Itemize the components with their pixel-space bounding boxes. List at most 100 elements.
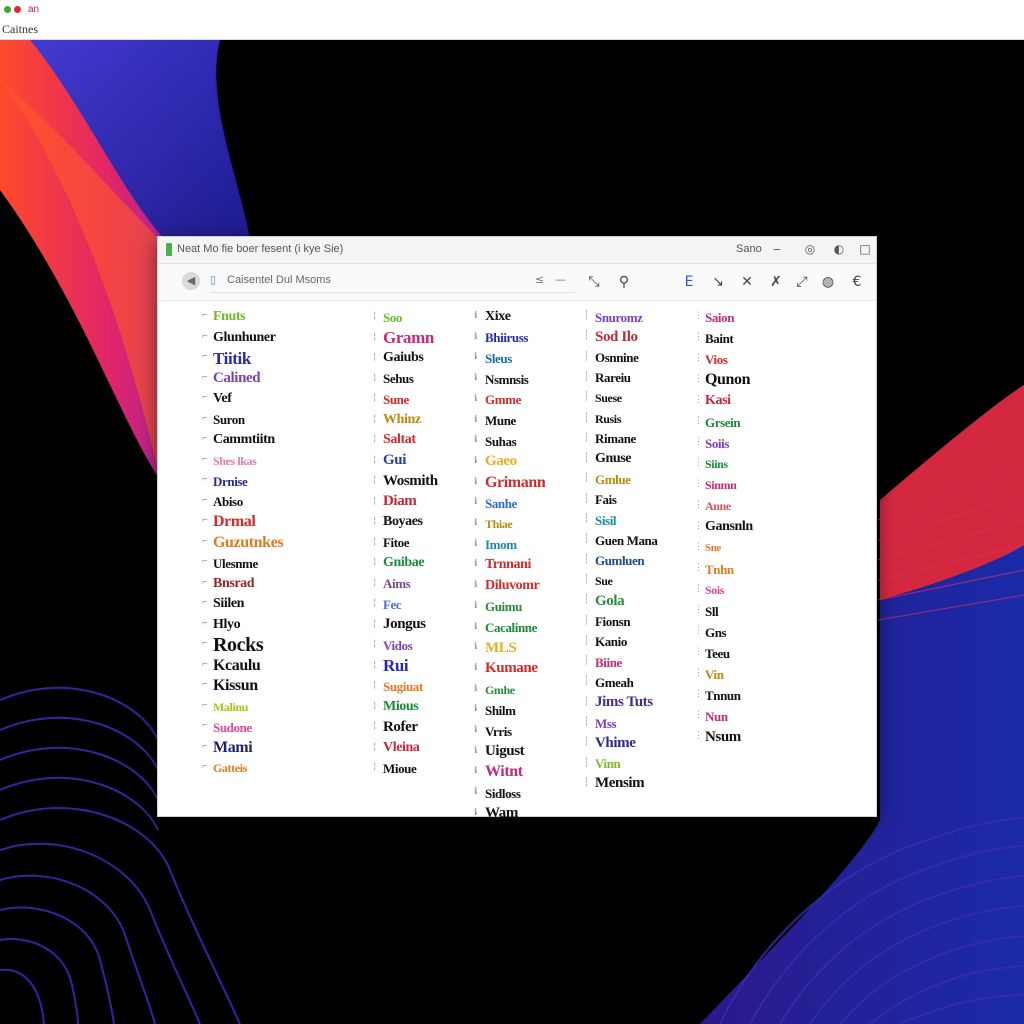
item-marker-icon: ⋮ — [694, 626, 703, 636]
item-marker-icon: ℹ — [474, 600, 478, 611]
item-marker-icon: ℹ — [474, 352, 478, 363]
item-label: Rocks — [213, 634, 264, 656]
item-label: Rui — [383, 656, 409, 675]
item-label: Rimane — [595, 431, 636, 447]
arrow-tool-icon[interactable]: ↘ — [709, 273, 727, 291]
item-label: Gmme — [485, 392, 521, 408]
item-marker-icon: ⌐ — [202, 577, 208, 588]
item-label: Malinu — [213, 699, 248, 714]
item-label: Sleus — [485, 350, 512, 366]
item-label: Rareiu — [595, 370, 631, 386]
item-label: Sois — [705, 583, 725, 597]
item-marker-icon: ¦ — [372, 372, 378, 383]
item-marker-icon: ¦ — [372, 434, 378, 444]
green-status-dot-icon[interactable] — [4, 6, 11, 13]
item-marker-icon: ┆ — [584, 311, 590, 321]
item-label: Xixe — [485, 309, 511, 324]
item-label: Diluvomr — [485, 578, 540, 594]
item-marker-icon: ¦ — [372, 741, 378, 752]
item-label: Baint — [705, 330, 734, 346]
item-label: Fionsn — [595, 614, 631, 629]
item-label: Boyaes — [383, 514, 423, 529]
settings-icon[interactable]: ◎ — [803, 242, 817, 256]
globe-icon[interactable]: ◍ — [819, 273, 837, 291]
item-label: Suese — [595, 391, 622, 406]
item-label: Saion — [705, 309, 735, 325]
address-bar[interactable]: ▯ Caisentel Dul Msoms ≤ — — [210, 270, 575, 293]
item-marker-icon: ℹ — [474, 455, 478, 466]
item-label: Siins — [705, 457, 728, 471]
item-label: Tnnun — [705, 687, 741, 703]
item-label: Kanio — [595, 634, 627, 650]
cross-tool-icon[interactable]: ✗ — [767, 273, 785, 291]
item-marker-icon: ┆ — [584, 656, 590, 667]
item-label: Kcaulu — [213, 656, 261, 674]
item-marker-icon: ⋮ — [694, 437, 703, 447]
item-marker-icon: ┆ — [584, 696, 590, 707]
text-format-icon[interactable]: Ε — [680, 273, 698, 291]
item-label: Vidos — [383, 637, 413, 653]
item-marker-icon: ⌐ — [202, 618, 208, 629]
item-marker-icon: ⋮ — [694, 584, 703, 594]
item-label: Mioue — [383, 760, 417, 776]
red-status-dot-icon[interactable] — [14, 6, 21, 13]
item-marker-icon: ⌐ — [202, 536, 208, 547]
cut-icon[interactable]: ✕ — [738, 273, 756, 291]
item-label: Kumane — [485, 660, 538, 677]
location-pin-icon[interactable]: ⚲ — [615, 273, 633, 291]
entry-columns: ⌐ Fnuts ⌐ Glunhuner ⌐ Tiitik ⌐ Calined ⌐ Vef ⌐ Suro… — [158, 301, 876, 821]
item-marker-icon: ┆ — [584, 777, 590, 788]
item-label: Jims Tuts — [595, 694, 653, 711]
address-text: Caisentel Dul Msoms — [227, 274, 331, 286]
item-label: Gmlue — [595, 471, 631, 487]
window-titlebar[interactable]: Neat Mo fie boer fesent (i kye Sie) Sano… — [158, 237, 876, 264]
item-marker-icon: ℹ — [474, 787, 478, 798]
item-marker-icon: ⌐ — [202, 352, 208, 362]
item-marker-icon: ⌐ — [202, 700, 208, 711]
item-marker-icon: ¦ — [372, 618, 378, 629]
item-marker-icon: ⌐ — [202, 639, 208, 649]
item-marker-icon: ℹ — [474, 725, 478, 735]
item-label: Diam — [383, 493, 417, 509]
close-icon[interactable]: □ — [858, 242, 872, 256]
euro-icon[interactable]: € — [848, 273, 866, 291]
back-button[interactable]: ◀ — [182, 272, 200, 290]
item-marker-icon: ⌐ — [202, 331, 208, 342]
item-marker-icon: ℹ — [474, 476, 478, 487]
item-marker-icon: ℹ — [474, 518, 478, 528]
item-label: Gramn — [383, 328, 434, 347]
item-marker-icon: ┆ — [584, 595, 590, 606]
item-marker-icon: ⋮ — [694, 689, 703, 699]
item-marker-icon: ℹ — [474, 559, 478, 570]
minimize-icon[interactable]: ‒ — [770, 242, 784, 256]
item-label: Shilm — [485, 702, 516, 718]
edit-icon[interactable]: ≤ — [535, 273, 544, 286]
item-label: Sudone — [213, 719, 252, 735]
item-label: Siilen — [213, 596, 245, 611]
app-name[interactable]: Caitnes — [2, 22, 38, 37]
item-label: Grsein — [705, 414, 741, 430]
system-indicators: an — [4, 4, 39, 15]
restore-icon[interactable]: ◐ — [832, 242, 846, 256]
item-marker-icon: ¦ — [372, 331, 378, 342]
menu-button[interactable]: Sano — [736, 243, 762, 255]
item-marker-icon: ⋮ — [694, 542, 703, 552]
collapse-icon[interactable]: — — [555, 273, 566, 286]
item-label: Mensim — [595, 775, 645, 792]
item-marker-icon: ¦ — [372, 700, 378, 711]
item-marker-icon: ¦ — [372, 516, 378, 526]
item-marker-icon: ┆ — [584, 514, 590, 524]
item-label: Kissun — [213, 677, 258, 694]
item-marker-icon: ℹ — [474, 662, 478, 673]
item-label: Qunon — [705, 371, 751, 388]
cursor-icon[interactable]: ⤡ — [585, 273, 603, 291]
item-marker-icon: ℹ — [474, 621, 478, 632]
item-marker-icon: ℹ — [474, 435, 478, 446]
window-toolbar: ◀ ▯ Caisentel Dul Msoms ≤ — ⤡ ⚲ Ε ↘ ✕ ✗ … — [158, 264, 876, 301]
share-icon[interactable]: ⤢ — [793, 273, 811, 291]
item-label: Shes lkas — [213, 453, 257, 468]
item-label: Jongus — [383, 616, 426, 632]
item-label: Sne — [705, 541, 721, 554]
item-label: Sinmn — [705, 478, 737, 492]
item-marker-icon: ⋮ — [694, 479, 703, 489]
